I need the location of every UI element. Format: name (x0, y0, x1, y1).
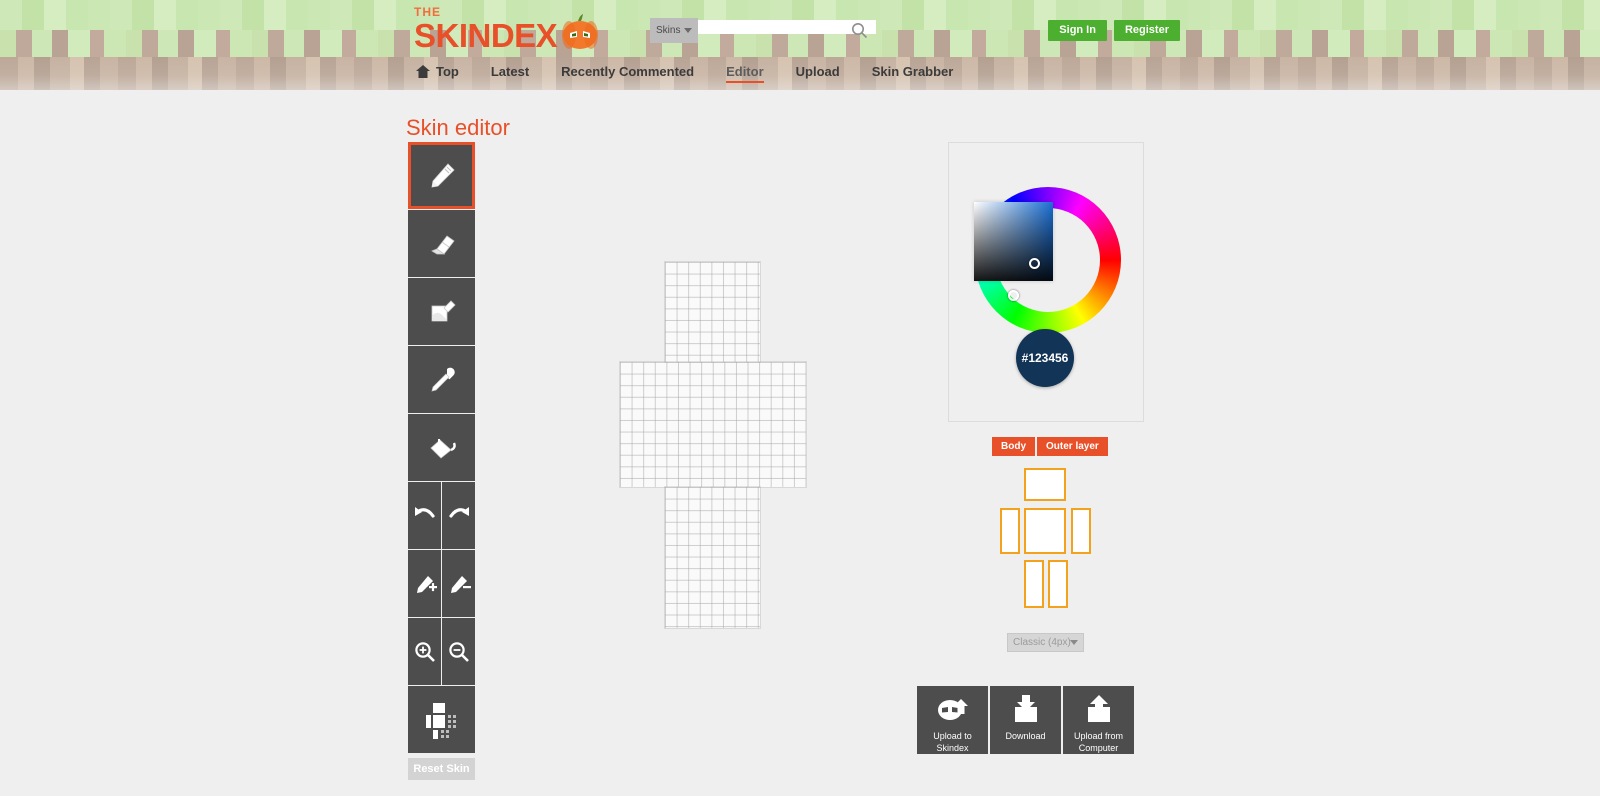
search-category-label: Skins (656, 25, 681, 36)
main-navigation: Top Latest Recently Commented Editor Upl… (400, 60, 969, 89)
upload-from-computer-label-1: Upload from (1073, 731, 1124, 741)
site-header: THE SKINDEX Skins Sign In Register Top L… (0, 0, 1600, 90)
register-button[interactable]: Register (1113, 20, 1180, 41)
eyedropper-tool-button[interactable] (408, 346, 475, 413)
download-icon (1009, 695, 1043, 726)
upload-to-skindex-label-1: Upload to (933, 731, 972, 741)
body-part-torso[interactable] (1024, 508, 1066, 554)
pencil-icon (425, 159, 459, 193)
brush-plus-icon (412, 571, 438, 597)
nav-item-top[interactable]: Top (400, 60, 475, 89)
undo-arrow-icon (412, 503, 438, 529)
skin-layout-icon (422, 701, 462, 739)
auth-buttons: Sign In Register (1048, 20, 1180, 41)
nav-item-recently-commented[interactable]: Recently Commented (545, 60, 710, 89)
redo-tool-button[interactable] (442, 482, 475, 549)
eraser-icon (425, 227, 459, 261)
hue-cursor[interactable] (1008, 290, 1019, 301)
nav-label-editor: Editor (726, 64, 764, 79)
nav-item-editor[interactable]: Editor (710, 60, 780, 89)
layer-tab-body[interactable]: Body (992, 437, 1035, 456)
eraser-tool-button[interactable] (408, 210, 475, 277)
pumpkin-upload-icon (936, 695, 970, 726)
upload-to-skindex-button[interactable]: Upload to Skindex (917, 686, 988, 754)
chevron-down-icon (684, 28, 692, 33)
noise-remove-tool-button[interactable] (442, 550, 475, 617)
brush-tool-button[interactable] (408, 278, 475, 345)
pencil-tool-button[interactable] (408, 142, 475, 209)
reset-skin-button[interactable]: Reset Skin (408, 758, 475, 780)
paint-bucket-icon (425, 431, 459, 465)
noise-add-tool-button[interactable] (408, 550, 441, 617)
brush-icon (425, 295, 459, 329)
canvas-torso-region[interactable] (619, 361, 807, 488)
body-part-selector (1000, 468, 1094, 614)
page-title: Skin editor (406, 114, 510, 140)
canvas-legs-region[interactable] (664, 486, 761, 629)
magnifier-plus-icon (412, 639, 438, 665)
nav-label-top: Top (436, 64, 459, 79)
search-bar[interactable]: Skins (650, 18, 876, 43)
action-buttons: Upload to Skindex Download Upload from C… (917, 686, 1134, 754)
undo-redo-row (408, 482, 475, 549)
nav-label-upload: Upload (795, 64, 840, 79)
body-part-head[interactable] (1024, 468, 1066, 501)
download-label-1: Download (1005, 731, 1046, 741)
tool-palette: Reset Skin (408, 142, 475, 780)
sign-in-button[interactable]: Sign In (1048, 20, 1107, 41)
search-icon[interactable] (851, 22, 868, 39)
chevron-down-icon (1070, 640, 1078, 645)
upload-from-computer-button[interactable]: Upload from Computer (1063, 686, 1134, 754)
download-button[interactable]: Download (990, 686, 1061, 754)
layer-tabs: Body Outer layer (992, 437, 1108, 456)
saturation-value-cursor[interactable] (1029, 258, 1040, 269)
layout-tool-button[interactable] (408, 686, 475, 753)
body-part-leg-right[interactable] (1048, 560, 1068, 608)
eyedropper-icon (425, 363, 459, 397)
body-part-arm-left[interactable] (1000, 508, 1020, 554)
magnifier-minus-icon (446, 639, 472, 665)
upload-from-computer-label-2: Computer (1078, 743, 1119, 753)
zoom-out-tool-button[interactable] (442, 618, 475, 685)
logo-wordmark: THE SKINDEX (414, 6, 558, 54)
upload-to-skindex-label-2: Skindex (936, 743, 969, 753)
redo-arrow-icon (446, 503, 472, 529)
selected-color-swatch[interactable]: #123456 (1016, 329, 1074, 387)
zoom-row (408, 618, 475, 685)
nav-item-upload[interactable]: Upload (780, 60, 856, 89)
body-part-leg-left[interactable] (1024, 560, 1044, 608)
body-part-arm-right[interactable] (1071, 508, 1091, 554)
logo-skindex-text: SKINDEX (414, 17, 558, 54)
search-category-dropdown[interactable]: Skins (650, 18, 698, 43)
noise-row (408, 550, 475, 617)
search-input[interactable] (698, 20, 876, 34)
skin-editor-canvas[interactable] (619, 261, 807, 629)
nav-label-recently-commented: Recently Commented (561, 64, 695, 79)
layer-tab-outer[interactable]: Outer layer (1037, 437, 1108, 456)
model-type-select[interactable]: Classic (4px) (1007, 633, 1084, 652)
zoom-in-tool-button[interactable] (408, 618, 441, 685)
brush-minus-icon (446, 571, 472, 597)
home-icon (416, 65, 430, 78)
nav-label-skin-grabber: Skin Grabber (871, 64, 954, 79)
saturation-value-square[interactable] (974, 202, 1053, 281)
upload-icon (1082, 695, 1116, 726)
nav-item-latest[interactable]: Latest (475, 60, 545, 89)
pumpkin-icon (560, 12, 600, 50)
site-logo[interactable]: THE SKINDEX (414, 6, 600, 52)
nav-item-skin-grabber[interactable]: Skin Grabber (856, 60, 970, 89)
bucket-fill-tool-button[interactable] (408, 414, 475, 481)
nav-label-latest: Latest (490, 64, 530, 79)
model-type-label: Classic (4px) (1013, 637, 1071, 648)
undo-tool-button[interactable] (408, 482, 441, 549)
canvas-head-region[interactable] (664, 261, 761, 363)
